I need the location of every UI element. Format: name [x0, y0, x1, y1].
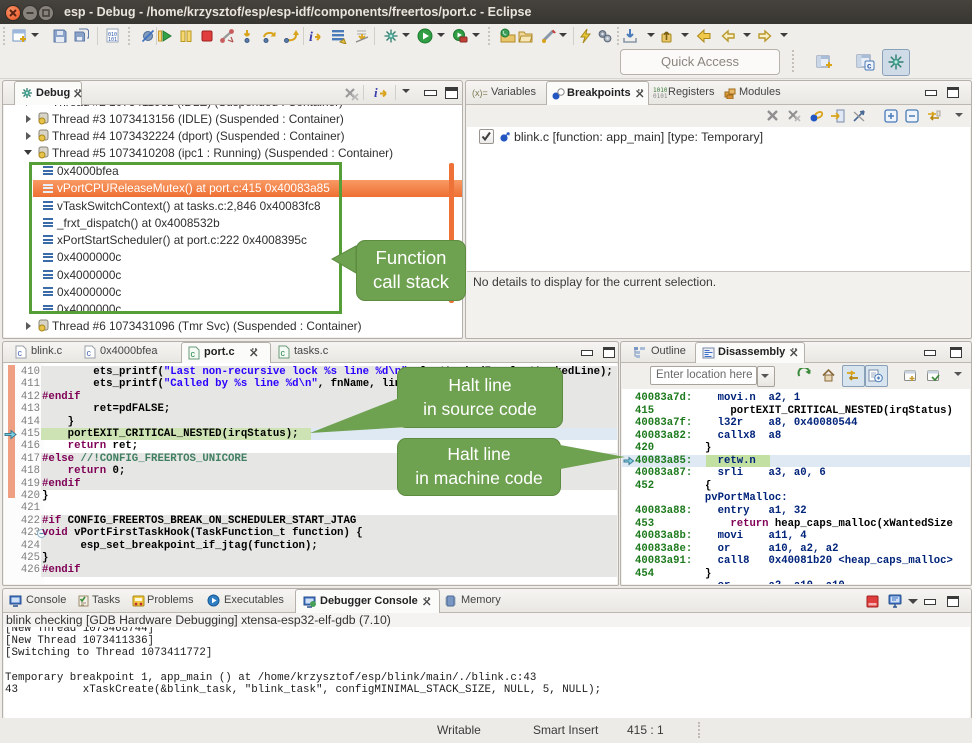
svg-text:101: 101	[108, 37, 117, 43]
svg-text:c: c	[867, 62, 872, 71]
svg-text:(x)=: (x)=	[472, 88, 488, 98]
svg-text:i: i	[374, 85, 378, 100]
svg-text:c: c	[191, 349, 196, 359]
svg-text:i: i	[309, 30, 313, 44]
svg-text:0101: 0101	[653, 93, 667, 99]
svg-text:c: c	[18, 348, 23, 358]
svg-text:c: c	[281, 348, 286, 358]
svg-text:c: c	[87, 348, 92, 358]
